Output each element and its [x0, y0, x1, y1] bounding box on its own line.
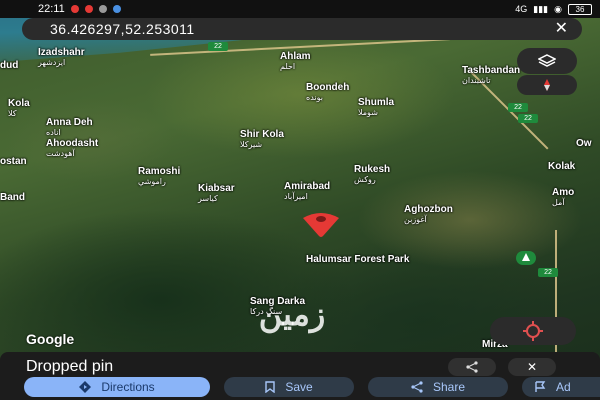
google-logo: Google	[26, 331, 75, 347]
share-icon-button[interactable]	[448, 358, 496, 376]
network-label: 4G	[515, 4, 528, 14]
close-icon[interactable]: ✕	[555, 21, 568, 37]
route-shield: 22	[538, 268, 558, 277]
sheet-title: Dropped pin	[26, 358, 114, 375]
place-label[interactable]: Izadshahr ايزدشهر	[38, 47, 85, 67]
place-label[interactable]: Band	[0, 192, 25, 203]
add-label-button[interactable]: Ad	[522, 377, 600, 397]
place-label[interactable]: Shumla شوملا	[358, 97, 394, 117]
search-bar[interactable]: 36.426297,52.253011 ✕	[22, 18, 582, 40]
close-icon: ✕	[526, 360, 538, 374]
place-label[interactable]: Shir Kola شيركلا	[240, 129, 284, 149]
status-right: 4G ▮▮▮ ◉ 36	[515, 3, 592, 15]
share-icon	[411, 381, 423, 393]
notification-icon	[112, 5, 121, 13]
status-bar: 22:11 4G ▮▮▮ ◉ 36	[0, 0, 600, 18]
route-shield: 22	[208, 42, 228, 51]
route-shield: 22	[508, 103, 528, 112]
save-label: Save	[285, 380, 313, 394]
layers-button[interactable]	[517, 48, 577, 74]
place-label[interactable]: Ahoodasht آهودشت	[46, 138, 98, 158]
my-location-button[interactable]	[490, 317, 576, 345]
place-label[interactable]: Amirabad اميرآباد	[284, 181, 330, 201]
place-label[interactable]: Kolak	[548, 161, 575, 172]
notification-icon	[98, 5, 107, 13]
share-button[interactable]: Share	[368, 377, 508, 397]
directions-button[interactable]: Directions	[24, 377, 210, 397]
add-label-text: Ad	[556, 380, 571, 394]
place-label[interactable]: Amo آمل	[552, 187, 574, 207]
place-label[interactable]: Boondeh بونده	[306, 82, 349, 102]
share-icon	[466, 361, 478, 373]
wifi-icon: ◉	[554, 3, 562, 14]
signal-icon: ▮▮▮	[533, 3, 549, 14]
save-button[interactable]: Save	[224, 377, 354, 397]
route-shield: 22	[518, 114, 538, 123]
location-crosshair-icon	[523, 321, 543, 341]
place-label[interactable]: Rukesh روكش	[354, 164, 390, 184]
dropped-pin-icon[interactable]	[301, 208, 341, 238]
directions-icon	[79, 381, 92, 393]
close-sheet-button[interactable]: ✕	[508, 358, 556, 376]
place-label[interactable]: Ow	[576, 138, 592, 149]
notification-icon	[84, 5, 93, 13]
compass-icon	[544, 79, 550, 91]
status-time: 22:11	[38, 3, 65, 15]
place-label[interactable]: Kola كلا	[8, 98, 30, 118]
layers-icon	[538, 54, 556, 67]
watermark-logo: زمین باز	[258, 295, 326, 391]
place-label[interactable]: Kiabsar كياسر	[198, 183, 235, 203]
place-label[interactable]: Halumsar Forest Park	[306, 254, 409, 265]
share-label: Share	[432, 380, 466, 394]
compass-button[interactable]	[517, 75, 577, 95]
directions-label: Directions	[101, 380, 155, 394]
search-input[interactable]: 36.426297,52.253011	[50, 21, 195, 37]
place-label[interactable]: dud	[0, 60, 18, 71]
bookmark-icon	[265, 381, 276, 393]
place-label[interactable]: Tashbandan تاشبندان	[462, 65, 520, 85]
place-label[interactable]: Aghozbon آغوزبن	[404, 204, 453, 224]
park-icon[interactable]	[516, 251, 536, 265]
battery-icon: 36	[568, 3, 592, 15]
place-label[interactable]: Ramoshi راموشي	[138, 166, 180, 186]
place-label[interactable]: ostan	[0, 156, 27, 167]
place-label[interactable]: Anna Deh اناده	[46, 117, 93, 137]
place-label[interactable]: Ahlam احلم	[280, 51, 311, 71]
flag-icon	[535, 381, 546, 392]
notification-icon	[70, 5, 79, 13]
